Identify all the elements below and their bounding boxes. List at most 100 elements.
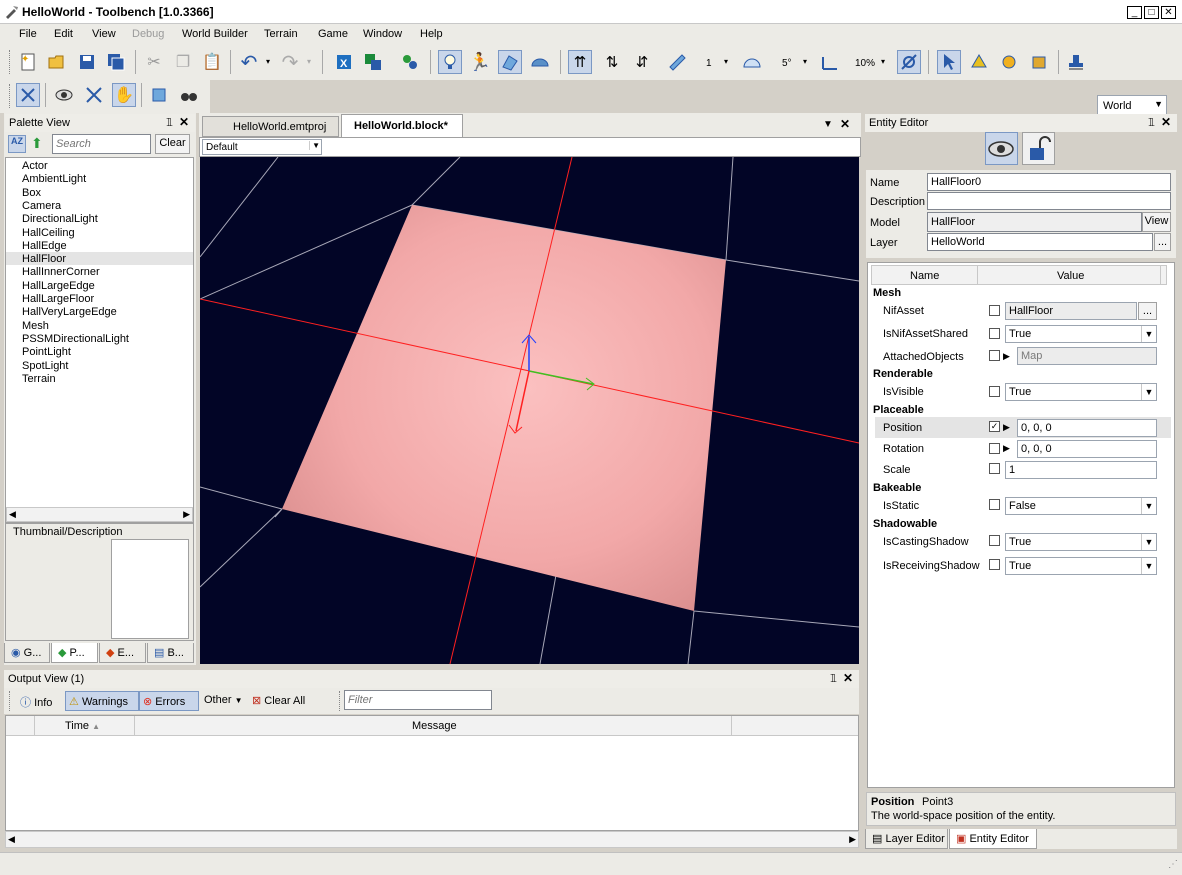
is-receiving-shadow-select[interactable]: True ▼ (1005, 557, 1157, 575)
scale-ruler-icon[interactable] (818, 50, 842, 74)
menu-debug[interactable]: Debug (132, 28, 164, 40)
palette-item[interactable]: HallCeiling (22, 227, 75, 239)
other-filter-dropdown[interactable]: Other ▼ (204, 694, 243, 706)
layers-export-icon[interactable] (361, 50, 385, 74)
move-tool-icon[interactable] (967, 50, 991, 74)
palette-item[interactable]: Camera (22, 200, 61, 212)
expand-arrow-icon[interactable]: ▶ (1003, 422, 1010, 433)
rotation-value[interactable]: 0, 0, 0 (1017, 440, 1157, 458)
save-all-icon[interactable] (104, 50, 128, 74)
palette-item[interactable]: HallEdge (22, 240, 67, 252)
tab-list-dropdown-icon[interactable]: ▼ (823, 119, 833, 130)
view-model-button[interactable]: View (1142, 212, 1171, 232)
menu-view[interactable]: View (92, 28, 116, 40)
palette-item[interactable]: Mesh (22, 320, 49, 332)
info-filter-button[interactable]: ⓘ Info (17, 691, 63, 711)
palette-item[interactable]: DirectionalLight (22, 213, 98, 225)
is-static-checkbox[interactable] (989, 499, 1000, 510)
close-icon[interactable]: ✕ (179, 115, 189, 129)
tab-entity-editor[interactable]: ▣ Entity Editor (949, 829, 1037, 849)
menu-world-builder[interactable]: World Builder (182, 28, 248, 40)
snap-surface-icon[interactable]: ⇵ (630, 50, 654, 74)
rotate-tool-icon[interactable] (997, 50, 1021, 74)
new-file-icon[interactable]: ✦ (16, 50, 40, 74)
expand-arrow-icon[interactable]: ▶ (1003, 443, 1010, 454)
errors-filter-button[interactable]: ⊗ Errors (139, 691, 199, 711)
redo-dropdown-icon[interactable]: ▾ (307, 57, 311, 66)
maximize-button[interactable]: □ (1144, 6, 1159, 19)
refresh-assets-icon[interactable] (398, 50, 422, 74)
palette-item[interactable]: PSSMDirectionalLight (22, 333, 129, 345)
stamp-tool-icon[interactable] (1064, 50, 1088, 74)
menu-help[interactable]: Help (420, 28, 443, 40)
snap-axis-icon[interactable]: ⇅ (600, 50, 624, 74)
attached-objects-checkbox[interactable] (989, 350, 1000, 361)
minimize-button[interactable]: _ (1127, 6, 1142, 19)
pin-icon[interactable]: 𝟙 (166, 116, 173, 129)
expand-arrow-icon[interactable]: ▶ (1003, 351, 1010, 362)
lock-toggle[interactable] (1022, 132, 1055, 165)
eye-icon[interactable] (52, 83, 76, 107)
description-field[interactable] (927, 192, 1171, 210)
is-casting-shadow-select[interactable]: True ▼ (1005, 533, 1157, 551)
redo-icon[interactable]: ↷ (278, 50, 302, 74)
resize-grip-icon[interactable]: ⋰ (1168, 859, 1178, 870)
is-receiving-shadow-checkbox[interactable] (989, 559, 1000, 570)
tab-browser[interactable]: ▤ B... (147, 643, 194, 663)
tab-game[interactable]: ◉ G... (4, 643, 50, 663)
layer-browse-button[interactable]: ... (1154, 233, 1171, 251)
angle-snap-dropdown-icon[interactable]: ▾ (803, 57, 807, 66)
palette-item[interactable]: HallVeryLargeEdge (22, 306, 117, 318)
nif-asset-browse-button[interactable]: ... (1138, 302, 1157, 320)
palette-mode-icon[interactable] (16, 83, 40, 107)
palette-hscroll[interactable]: ◀ ▶ (6, 507, 193, 522)
is-nif-asset-shared-checkbox[interactable] (989, 328, 1000, 339)
tab-emtproj[interactable]: HelloWorld.emtproj (202, 116, 339, 137)
pan-hand-icon[interactable]: ✋ (112, 83, 136, 107)
output-hscroll[interactable]: ◀ ▶ (5, 831, 859, 848)
pin-icon[interactable]: 𝟙 (830, 672, 837, 685)
snap-distance-value[interactable]: 1 (706, 58, 712, 69)
palette-item[interactable]: HallLargeEdge (22, 280, 95, 292)
sort-category-icon[interactable]: ⬆ (31, 135, 49, 153)
sky-dome-icon[interactable] (528, 50, 552, 74)
is-nif-asset-shared-select[interactable]: True ▼ (1005, 325, 1157, 343)
tab-block[interactable]: HelloWorld.block* (341, 114, 463, 137)
menu-window[interactable]: Window (363, 28, 402, 40)
is-static-select[interactable]: False ▼ (1005, 497, 1157, 515)
close-icon[interactable]: ✕ (1161, 115, 1171, 129)
scale-snap-value[interactable]: 10% (855, 58, 875, 69)
scale-snap-dropdown-icon[interactable]: ▾ (881, 57, 885, 66)
scale-value[interactable]: 1 (1005, 461, 1157, 479)
palette-item[interactable]: AmbientLight (22, 173, 86, 185)
close-document-icon[interactable]: ✕ (840, 117, 850, 131)
scale-checkbox[interactable] (989, 463, 1000, 474)
tab-palette[interactable]: ◆ P... (51, 643, 98, 663)
undo-icon[interactable]: ↶ (237, 50, 261, 74)
palette-search-input[interactable] (52, 134, 151, 154)
tab-layer-editor[interactable]: ▤ Layer Editor (865, 829, 948, 849)
is-visible-checkbox[interactable] (989, 386, 1000, 397)
position-value[interactable]: 0, 0, 0 (1017, 419, 1157, 437)
grid-toggle-icon[interactable] (498, 50, 522, 74)
close-icon[interactable]: ✕ (843, 671, 853, 685)
is-visible-select[interactable]: True ▼ (1005, 383, 1157, 401)
warnings-filter-button[interactable]: ⚠ Warnings (65, 691, 139, 711)
protractor-icon[interactable] (740, 50, 764, 74)
snap-up-icon[interactable]: ⇈ (568, 50, 592, 74)
binoculars-icon[interactable] (177, 83, 201, 107)
clear-all-button[interactable]: ⊠ Clear All (252, 694, 305, 707)
snap-distance-dropdown-icon[interactable]: ▾ (724, 57, 728, 66)
layer-field[interactable]: HelloWorld (927, 233, 1153, 251)
menu-terrain[interactable]: Terrain (264, 28, 298, 40)
rotation-checkbox[interactable] (989, 443, 1000, 454)
pin-icon[interactable]: 𝟙 (1148, 116, 1155, 129)
menu-file[interactable]: File (19, 28, 37, 40)
undo-dropdown-icon[interactable]: ▾ (266, 57, 270, 66)
col-value[interactable]: Value (979, 266, 1161, 284)
run-game-icon[interactable]: 🏃 (468, 50, 492, 74)
lightbulb-icon[interactable] (438, 50, 462, 74)
scale-tool-icon[interactable] (1027, 50, 1051, 74)
ruler-icon[interactable] (665, 50, 689, 74)
nif-asset-checkbox[interactable] (989, 305, 1000, 316)
